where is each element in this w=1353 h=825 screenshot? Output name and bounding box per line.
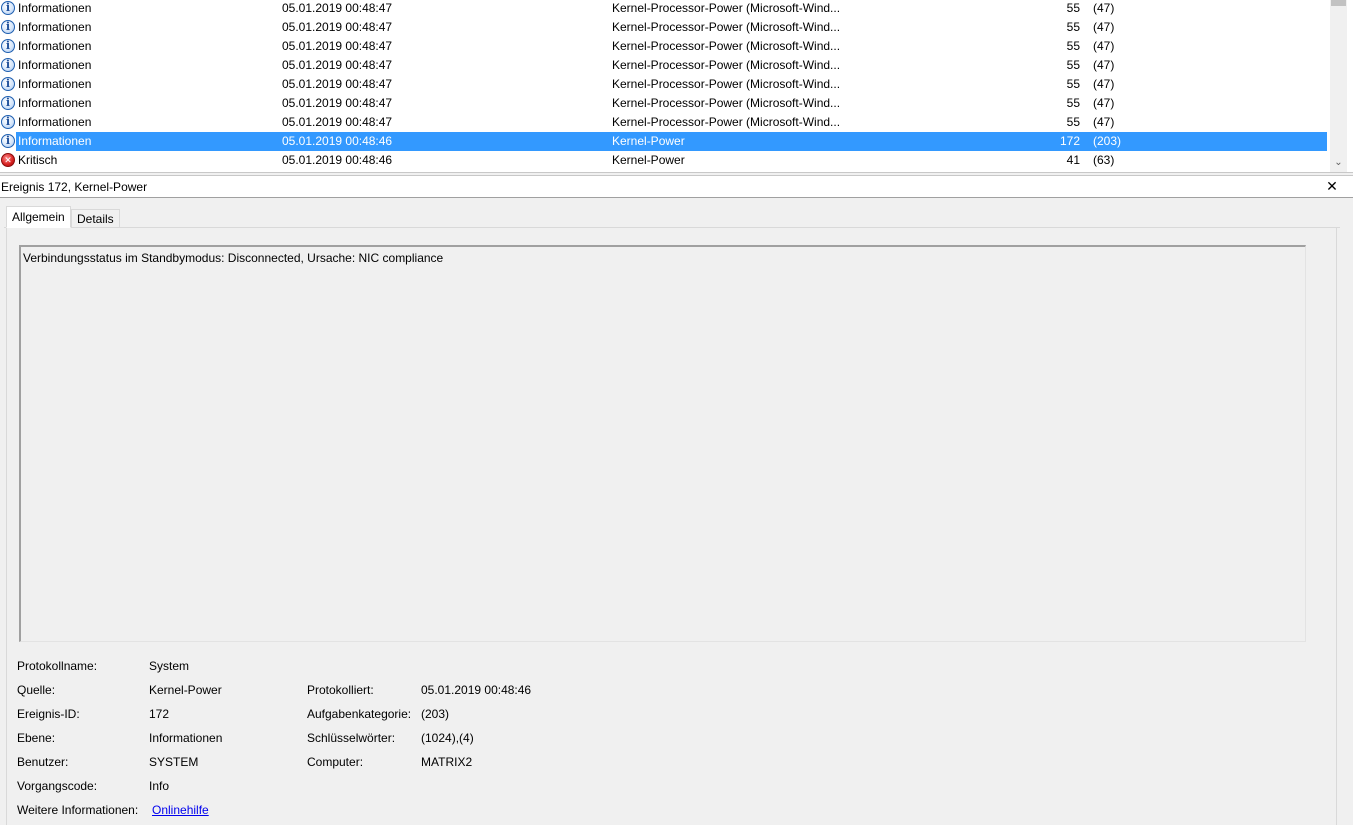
log-name-label: Protokollname: [17,659,98,673]
table-row[interactable]: Informationen 05.01.2019 00:48:47 Kernel-P… [0,94,1327,113]
table-row[interactable]: Informationen 05.01.2019 00:48:47 Kernel-P… [0,37,1327,56]
row-task-category: (47) [1093,77,1115,91]
computer-label: Computer: [307,755,364,769]
opcode-label: Vorgangscode: [17,779,98,793]
logged-label: Protokolliert: [307,683,374,697]
row-level: Kritisch [18,153,58,167]
row-task-category: (63) [1093,153,1115,167]
row-source: Kernel-Processor-Power (Microsoft-Wind..… [612,58,841,72]
row-event-id: 41 [1066,153,1080,167]
source-label: Quelle: [17,683,56,697]
row-source: Kernel-Processor-Power (Microsoft-Wind..… [612,39,841,53]
keywords-label: Schlüsselwörter: [307,731,396,745]
event-details-pane: Ereignis 172, Kernel-Power ✕ Allgemein D… [0,176,1353,825]
row-event-id: 55 [1066,39,1080,53]
keywords-value: (1024),(4) [421,731,474,745]
close-icon[interactable]: ✕ [1324,178,1340,194]
critical-error-icon [1,153,15,167]
information-icon [1,134,15,148]
row-source: Kernel-Power [612,134,685,148]
information-icon [1,115,15,129]
row-event-id: 55 [1066,20,1080,34]
row-source: Kernel-Power [612,153,685,167]
row-source: Kernel-Processor-Power (Microsoft-Wind..… [612,20,841,34]
opcode-value: Info [149,779,170,793]
row-date: 05.01.2019 00:48:46 [282,153,393,167]
table-row[interactable]: Informationen 05.01.2019 00:48:46 Kernel-P… [0,132,1327,151]
information-icon [1,20,15,34]
information-icon [1,1,15,15]
table-row[interactable]: Kritisch 05.01.2019 00:48:46 Kernel-Power 4… [0,151,1327,170]
online-help-link[interactable]: Onlinehilfe [152,803,209,817]
event-id-value: 172 [149,707,170,721]
row-task-category: (47) [1093,39,1115,53]
event-id-label: Ereignis-ID: [17,707,80,721]
row-date: 05.01.2019 00:48:47 [282,58,393,72]
computer-value: MATRIX2 [421,755,473,769]
row-event-id: 55 [1066,1,1080,15]
logged-value: 05.01.2019 00:48:46 [421,683,532,697]
row-level: Informationen [18,1,92,15]
row-event-id: 55 [1066,115,1080,129]
scroll-down-arrow-icon[interactable]: ⌄ [1330,156,1347,170]
row-source: Kernel-Processor-Power (Microsoft-Wind..… [612,77,841,91]
information-icon [1,58,15,72]
row-event-id: 55 [1066,96,1080,110]
information-icon [1,39,15,53]
event-description-box[interactable]: Verbindungsstatus im Standbymodus: Disco… [19,245,1306,642]
row-level: Informationen [18,134,92,148]
row-date: 05.01.2019 00:48:46 [282,134,393,148]
row-event-id: 55 [1066,77,1080,91]
row-date: 05.01.2019 00:48:47 [282,115,393,129]
row-task-category: (203) [1093,134,1122,148]
task-category-value: (203) [421,707,450,721]
information-icon [1,96,15,110]
row-task-category: (47) [1093,1,1115,15]
row-date: 05.01.2019 00:48:47 [282,96,393,110]
details-title: Ereignis 172, Kernel-Power [1,180,148,194]
row-source: Kernel-Processor-Power (Microsoft-Wind..… [612,115,841,129]
row-task-category: (47) [1093,58,1115,72]
tab-details[interactable]: Details [71,209,120,228]
table-row[interactable]: Informationen 05.01.2019 00:48:47 Kernel-P… [0,18,1327,37]
details-header: Ereignis 172, Kernel-Power ✕ [0,176,1353,198]
scrollbar-thumb[interactable] [1331,0,1346,6]
row-source: Kernel-Processor-Power (Microsoft-Wind..… [612,1,841,15]
table-row[interactable]: Informationen 05.01.2019 00:48:47 Kernel-P… [0,75,1327,94]
row-date: 05.01.2019 00:48:47 [282,20,393,34]
row-task-category: (47) [1093,115,1115,129]
row-source: Kernel-Processor-Power (Microsoft-Wind..… [612,96,841,110]
information-icon [1,77,15,91]
row-level: Informationen [18,115,92,129]
row-level: Informationen [18,20,92,34]
row-event-id: 172 [1059,134,1080,148]
table-row[interactable]: Informationen 05.01.2019 00:48:47 Kernel-P… [0,56,1327,75]
more-info-label: Weitere Informationen: [17,803,139,817]
event-description-text: Verbindungsstatus im Standbymodus: Disco… [23,251,444,265]
event-list[interactable]: Informationen 05.01.2019 00:48:47 Kernel-P… [0,0,1353,172]
task-category-label: Aufgabenkategorie: [307,707,412,721]
table-row[interactable]: Informationen 05.01.2019 00:48:47 Kernel-P… [0,113,1327,132]
table-row[interactable]: Informationen 05.01.2019 00:48:47 Kernel-P… [0,0,1327,18]
row-task-category: (47) [1093,20,1115,34]
row-date: 05.01.2019 00:48:47 [282,77,393,91]
row-level: Informationen [18,96,92,110]
row-level: Informationen [18,58,92,72]
list-vertical-scrollbar[interactable]: ⌄ [1330,0,1347,172]
level-value: Informationen [149,731,223,745]
row-event-id: 55 [1066,58,1080,72]
log-name-value: System [149,659,190,673]
tab-allgemein[interactable]: Allgemein [6,206,71,228]
level-label: Ebene: [17,731,56,745]
user-label: Benutzer: [17,755,69,769]
row-level: Informationen [18,77,92,91]
row-task-category: (47) [1093,96,1115,110]
source-value: Kernel-Power [149,683,222,697]
row-date: 05.01.2019 00:48:47 [282,1,393,15]
user-value: SYSTEM [149,755,199,769]
row-level: Informationen [18,39,92,53]
row-date: 05.01.2019 00:48:47 [282,39,393,53]
general-tab-panel: Verbindungsstatus im Standbymodus: Disco… [6,228,1337,825]
